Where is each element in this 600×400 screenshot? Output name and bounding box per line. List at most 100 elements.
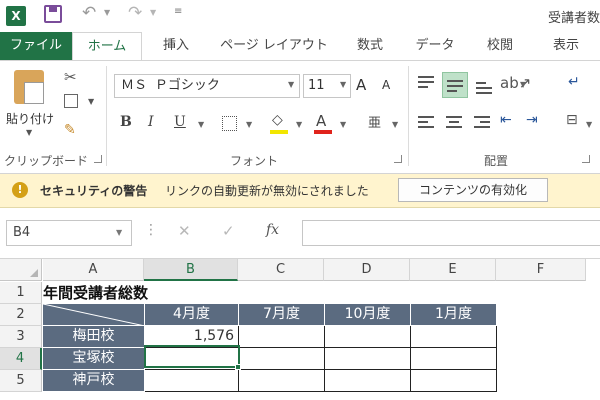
header-cell-july[interactable]: 7月度 <box>239 304 325 326</box>
copy-icon[interactable] <box>64 94 78 108</box>
merge-center-icon[interactable]: ⊟ <box>566 112 578 128</box>
orientation-icon[interactable]: ab↗ <box>500 74 531 92</box>
tab-view[interactable]: 表示 <box>536 32 596 60</box>
column-header-a[interactable]: A <box>43 259 144 281</box>
row-label-takarazuka[interactable]: 宝塚校 <box>43 348 145 370</box>
paste-button-label[interactable]: 貼り付け <box>6 110 54 127</box>
bold-icon[interactable]: B <box>120 114 132 130</box>
tab-home[interactable]: ホーム <box>72 32 142 61</box>
font-size-dropdown-icon[interactable]: ▼ <box>340 80 346 89</box>
clipboard-group-label: クリップボード <box>4 154 89 168</box>
header-cell-october[interactable]: 10月度 <box>325 304 411 326</box>
paste-dropdown-icon[interactable]: ▼ <box>26 128 32 137</box>
row-header-1[interactable]: 1 <box>0 282 42 304</box>
alignment-launcher-icon[interactable] <box>582 155 590 163</box>
cell-d5[interactable] <box>325 370 411 392</box>
undo-icon[interactable]: ↶ <box>82 3 96 23</box>
align-middle-icon[interactable] <box>442 72 468 98</box>
row-label-umeda[interactable]: 梅田校 <box>43 326 145 348</box>
cell-e4[interactable] <box>411 348 497 370</box>
cell-c5[interactable] <box>239 370 325 392</box>
diagonal-header-cell[interactable] <box>43 304 145 326</box>
orientation-dropdown-icon[interactable]: ▼ <box>520 80 526 89</box>
table-title-cell[interactable]: 年間受講者総数 <box>43 282 148 304</box>
confirm-entry-icon[interactable]: ✓ <box>222 222 235 240</box>
cut-icon[interactable]: ✂ <box>64 68 77 86</box>
wrap-text-icon[interactable]: ↵ <box>568 74 580 90</box>
align-top-icon[interactable] <box>416 74 436 94</box>
active-cell-selection <box>144 345 240 368</box>
decrease-indent-icon[interactable]: ⇤ <box>500 112 512 128</box>
align-left-icon[interactable] <box>416 114 436 134</box>
cell-c4[interactable] <box>239 348 325 370</box>
column-header-b[interactable]: B <box>144 259 238 281</box>
tab-file[interactable]: ファイル <box>0 32 72 60</box>
name-box-dropdown-icon[interactable]: ▼ <box>116 228 122 237</box>
copy-dropdown-icon[interactable]: ▼ <box>88 97 94 106</box>
font-color-swatch <box>314 130 332 134</box>
save-icon[interactable] <box>44 5 62 23</box>
alignment-group-label: 配置 <box>484 154 509 168</box>
phonetic-guide-icon[interactable]: 亜 <box>368 112 381 131</box>
fill-color-icon[interactable]: ◇ <box>272 112 283 128</box>
cell-e5[interactable] <box>411 370 497 392</box>
tab-page-layout[interactable]: ページ レイアウト <box>214 32 334 60</box>
column-header-f[interactable]: F <box>496 259 586 281</box>
formula-input[interactable] <box>302 220 600 246</box>
format-painter-icon[interactable]: ✎ <box>64 122 76 138</box>
grow-font-icon[interactable]: A <box>356 76 366 94</box>
cell-c3[interactable] <box>239 326 325 348</box>
font-name-dropdown-icon[interactable]: ▼ <box>288 80 294 89</box>
italic-icon[interactable]: I <box>148 114 154 130</box>
paste-icon[interactable] <box>14 70 44 104</box>
header-cell-april[interactable]: 4月度 <box>145 304 239 326</box>
shrink-font-icon[interactable]: A <box>382 78 390 92</box>
fill-handle[interactable] <box>235 364 241 370</box>
customize-quick-access-icon[interactable]: ≡ <box>174 6 182 17</box>
font-name-select[interactable]: ＭＳ Ｐゴシック <box>114 74 300 98</box>
column-header-c[interactable]: C <box>238 259 324 281</box>
document-title: 受講者数 <box>548 11 600 26</box>
column-header-d[interactable]: D <box>324 259 410 281</box>
row-header-4[interactable]: 4 <box>0 348 42 370</box>
borders-dropdown-icon[interactable]: ▼ <box>246 120 252 129</box>
tab-formulas[interactable]: 数式 <box>340 32 400 60</box>
cell-d3[interactable] <box>325 326 411 348</box>
insert-function-icon[interactable]: fx <box>266 222 279 238</box>
align-right-icon[interactable] <box>472 114 492 134</box>
group-divider <box>408 66 409 166</box>
font-color-dropdown-icon[interactable]: ▼ <box>340 120 346 129</box>
column-header-e[interactable]: E <box>410 259 496 281</box>
align-center-icon[interactable] <box>444 114 464 134</box>
fill-color-dropdown-icon[interactable]: ▼ <box>296 120 302 129</box>
clipboard-launcher-icon[interactable] <box>94 155 102 163</box>
select-all-button[interactable] <box>0 259 42 281</box>
tab-review[interactable]: 校閲 <box>470 32 530 60</box>
row-header-3[interactable]: 3 <box>0 326 42 348</box>
cell-e3[interactable] <box>411 326 497 348</box>
increase-indent-icon[interactable]: ⇥ <box>526 112 538 128</box>
tab-insert[interactable]: 挿入 <box>148 32 204 60</box>
underline-icon[interactable]: U <box>174 114 186 130</box>
row-header-2[interactable]: 2 <box>0 304 42 326</box>
align-bottom-icon[interactable] <box>474 74 494 94</box>
cell-d4[interactable] <box>325 348 411 370</box>
borders-icon[interactable] <box>222 116 237 131</box>
underline-dropdown-icon[interactable]: ▼ <box>198 120 204 129</box>
redo-icon[interactable]: ↷ <box>128 3 142 23</box>
font-color-icon[interactable]: A <box>316 112 326 130</box>
header-cell-january[interactable]: 1月度 <box>411 304 497 326</box>
cell-b5[interactable] <box>145 370 239 392</box>
undo-dropdown-icon[interactable]: ▼ <box>104 8 110 17</box>
tab-data[interactable]: データ <box>405 32 465 60</box>
row-header-5[interactable]: 5 <box>0 370 42 392</box>
formula-bar-grip-icon: ⋮ <box>144 222 158 238</box>
font-launcher-icon[interactable] <box>394 155 402 163</box>
row-label-kobe[interactable]: 神戸校 <box>43 370 145 392</box>
phonetic-dropdown-icon[interactable]: ▼ <box>392 120 398 129</box>
merge-dropdown-icon[interactable]: ▼ <box>586 120 592 129</box>
cancel-entry-icon[interactable]: ✕ <box>178 222 191 240</box>
enable-content-button[interactable]: コンテンツの有効化 <box>398 178 548 202</box>
name-box[interactable]: B4 <box>6 220 132 246</box>
redo-dropdown-icon[interactable]: ▼ <box>150 8 156 17</box>
